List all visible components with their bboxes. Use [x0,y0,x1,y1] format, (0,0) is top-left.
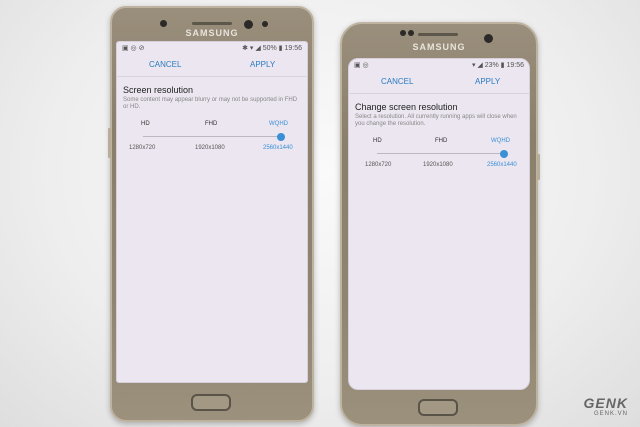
label-fhd: FHD [435,138,448,144]
left-screen: ▣ ◎ ⊘ ✱ ▾ ◢ 50% ▮ 19:56 CANCEL APPLY Scr… [116,41,308,383]
slider-track [143,136,283,137]
notification-icons: ▣ ◎ [354,62,369,69]
slider-track [377,153,503,154]
description-text: Some content may appear blurry or may no… [123,97,298,110]
resolution-values: 1280x720 1920x1080 2560x1440 [117,145,307,155]
cancel-button[interactable]: CANCEL [149,60,181,69]
home-button[interactable] [191,394,231,411]
sensor-icon [408,30,414,36]
page-title: Screen resolution [123,85,194,95]
label-hd: HD [373,138,382,144]
label-wqhd: WQHD [269,121,288,127]
resolution-values: 1280x720 1920x1080 2560x1440 [349,162,529,172]
description-text: Select a resolution. All currently runni… [355,114,517,127]
right-screen: ▣ ◎ ▾ ◢ 23% ▮ 19:56 CANCEL APPLY Change … [348,58,530,390]
value-hd: 1280x720 [365,162,392,168]
front-camera-icon [160,20,167,27]
label-hd: HD [141,121,150,127]
brand-logo: SAMSUNG [412,42,466,52]
apply-button[interactable]: APPLY [250,60,275,69]
watermark: GENK GENK.VN [584,395,628,417]
action-bar: CANCEL APPLY [117,54,307,77]
cancel-button[interactable]: CANCEL [381,77,413,86]
iris-sensor-icon [262,21,268,27]
sensor-icon [400,30,406,36]
status-right: ✱ ▾ ◢ 50% ▮ 19:56 [242,45,302,52]
status-bar: ▣ ◎ ⊘ ✱ ▾ ◢ 50% ▮ 19:56 [117,42,307,54]
right-phone: SAMSUNG ▣ ◎ ▾ ◢ 23% ▮ 19:56 CANCEL APPLY… [340,22,540,426]
label-wqhd: WQHD [491,138,510,144]
value-wqhd: 2560x1440 [263,145,293,151]
resolution-labels: HD FHD WQHD [117,121,307,131]
label-fhd: FHD [205,121,218,127]
resolution-labels: HD FHD WQHD [349,138,529,148]
apply-button[interactable]: APPLY [475,77,500,86]
slider-knob[interactable] [500,150,508,158]
resolution-slider[interactable] [117,133,307,141]
left-phone: SAMSUNG ▣ ◎ ⊘ ✱ ▾ ◢ 50% ▮ 19:56 CANCEL A… [108,6,314,422]
watermark-brand: GENK [583,395,628,411]
earpiece-speaker [418,33,458,36]
watermark-site: GENK.VN [593,411,628,417]
side-key [537,154,540,180]
brand-logo: SAMSUNG [185,28,239,38]
value-wqhd: 2560x1440 [487,162,517,168]
page-title: Change screen resolution [355,102,458,112]
status-right: ▾ ◢ 23% ▮ 19:56 [471,62,524,69]
action-bar: CANCEL APPLY [349,71,529,94]
slider-knob[interactable] [277,133,285,141]
resolution-slider[interactable] [349,150,529,158]
home-button[interactable] [418,399,458,416]
side-key [108,128,111,158]
notification-icons: ▣ ◎ ⊘ [122,45,145,52]
value-fhd: 1920x1080 [423,162,453,168]
earpiece-speaker [192,22,232,25]
value-fhd: 1920x1080 [195,145,225,151]
status-bar: ▣ ◎ ▾ ◢ 23% ▮ 19:56 [349,59,529,71]
value-hd: 1280x720 [129,145,156,151]
